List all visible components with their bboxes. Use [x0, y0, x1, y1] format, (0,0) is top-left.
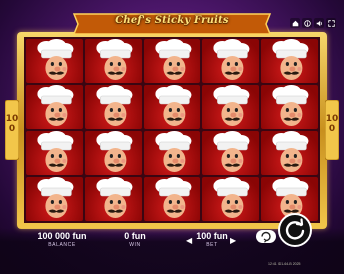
autoplay-button[interactable] [256, 230, 276, 243]
chef-symbol [202, 131, 260, 175]
chef-symbol [202, 39, 260, 83]
chef-symbol [26, 131, 83, 175]
spin-icon [285, 218, 305, 240]
balance-label: BALANCE [48, 242, 76, 248]
game-title: Chef's Sticky Fruits [115, 15, 229, 26]
chef-symbol [84, 85, 142, 129]
chef-symbol [26, 39, 83, 83]
chef-symbol [202, 177, 260, 221]
side-plate-right-label: 100 [325, 114, 339, 134]
chevron-right-icon[interactable]: ▶ [230, 236, 236, 245]
title-banner: Chef's Sticky Fruits [70, 10, 274, 38]
info-icon[interactable] [302, 18, 312, 28]
reel-grid [24, 37, 320, 223]
chevron-left-icon[interactable]: ◀ [186, 236, 192, 245]
chef-symbol [261, 131, 318, 175]
balance-value: 100 000 fun [37, 231, 87, 241]
sound-icon[interactable] [314, 18, 324, 28]
autoplay-icon [261, 231, 271, 243]
win-label: WIN [129, 242, 141, 248]
chef-symbol [143, 177, 201, 221]
chef-symbol [261, 39, 318, 83]
chef-symbol [84, 39, 142, 83]
chef-symbol [26, 177, 83, 221]
spin-button[interactable] [278, 213, 312, 247]
win-value: 0 fun [124, 231, 146, 241]
home-icon[interactable] [290, 18, 300, 28]
chef-symbol [202, 85, 260, 129]
chef-symbol [26, 85, 83, 129]
balance-display: 100 000 fun BALANCE [30, 231, 94, 248]
fullscreen-icon[interactable] [326, 18, 336, 28]
chef-symbol [143, 131, 201, 175]
side-plate-right: 100 [324, 99, 340, 161]
chef-symbol [261, 85, 318, 129]
win-display: 0 fun WIN [108, 231, 162, 248]
footer-note: 12:41 ID1-64-B 2025 [268, 262, 301, 266]
chef-symbol [143, 85, 201, 129]
chef-symbol [143, 39, 201, 83]
chef-symbol [84, 177, 142, 221]
side-plate-left-label: 100 [5, 114, 19, 134]
chef-symbol [84, 131, 142, 175]
side-plate-left: 100 [4, 99, 20, 161]
top-right-toolbar [290, 18, 342, 28]
